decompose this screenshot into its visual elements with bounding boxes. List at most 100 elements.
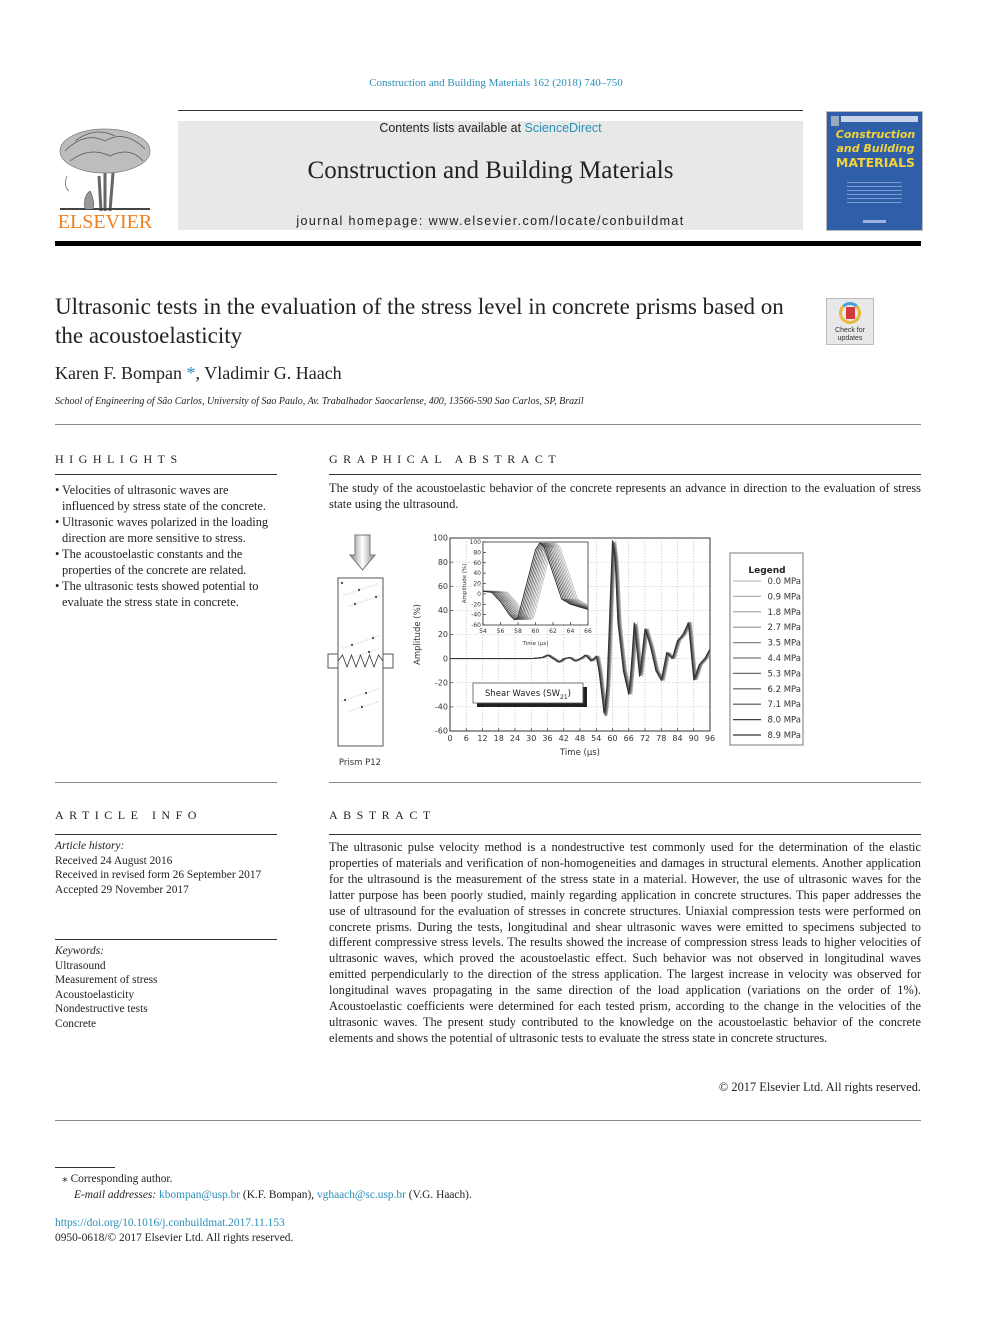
highlights-heading: HIGHLIGHTS <box>55 452 183 466</box>
y-tick-label: 20 <box>473 581 481 588</box>
keyword: Concrete <box>55 1017 97 1030</box>
journal-homepage[interactable]: journal homepage: www.elsevier.com/locat… <box>178 214 803 228</box>
aggregate-speck <box>378 595 380 597</box>
aggregate-speck <box>374 595 378 599</box>
footnote: ⁎ Corresponding author. E-mail addresses… <box>62 1171 472 1203</box>
cover-title-line2: and Building <box>836 142 915 155</box>
highlight-text: Ultrasonic waves polarized in the loadin… <box>62 515 269 545</box>
journal-reference[interactable]: Construction and Building Materials 162 … <box>0 77 992 89</box>
aggregate-speck <box>361 588 363 590</box>
sciencedirect-link[interactable]: ScienceDirect <box>525 121 602 135</box>
aggregate-speck <box>360 705 364 709</box>
bullet-icon: • <box>55 515 60 529</box>
aggregate-speck <box>368 691 370 693</box>
journal-cover-thumbnail[interactable]: Construction and Building MATERIALS <box>826 111 923 231</box>
prism-label: Prism P12 <box>339 758 381 768</box>
aggregate-speck <box>362 653 364 655</box>
graphical-abstract-rule <box>329 474 921 475</box>
aggregate-speck <box>374 689 376 691</box>
legend-entry: 8.0 MPa <box>767 716 801 726</box>
aggregate-speck <box>371 650 373 652</box>
x-axis-label: Time (µs) <box>559 748 600 758</box>
y-tick-label: 100 <box>470 539 482 546</box>
aggregate-speck <box>345 646 347 648</box>
highlight-text: The ultrasonic tests showed potential to… <box>62 579 259 609</box>
aggregate-speck <box>370 703 372 705</box>
y-tick-label: -20 <box>435 678 448 687</box>
cover-subtitle-lines <box>847 182 902 204</box>
x-tick-label: 72 <box>640 734 650 743</box>
aggregate-speck <box>343 698 347 702</box>
aggregate-speck <box>367 704 369 706</box>
keywords-label: Keywords: <box>55 945 104 957</box>
highlights-bottom-rule <box>55 782 277 783</box>
x-tick-label: 24 <box>510 734 520 743</box>
aggregate-speck <box>350 643 354 647</box>
keywords: Keywords: Ultrasound Measurement of stre… <box>55 944 280 1031</box>
legend-entry: 5.3 MPa <box>767 669 801 679</box>
affiliation: School of Engineering of São Carlos, Uni… <box>55 396 584 407</box>
bullet-icon: • <box>55 483 60 497</box>
issn-copyright: 0950-0618/© 2017 Elsevier Ltd. All right… <box>55 1232 294 1244</box>
author-separator: , <box>195 363 205 383</box>
aggregate-speck <box>363 640 365 642</box>
contents-line: Contents lists available at ScienceDirec… <box>178 121 803 135</box>
doi-link[interactable]: https://doi.org/10.1016/j.conbuildmat.20… <box>55 1216 293 1231</box>
aggregate-speck <box>355 590 357 592</box>
abstract-text: The ultrasonic pulse velocity method is … <box>329 840 921 1045</box>
aggregate-speck <box>357 588 361 592</box>
aggregate-speck <box>357 642 359 644</box>
legend-entry: 2.7 MPa <box>767 623 801 633</box>
history-accepted: Accepted 29 November 2017 <box>55 883 189 896</box>
aggregate-speck <box>367 650 371 654</box>
cover-title-line1: Construction <box>835 128 916 141</box>
email-link[interactable]: kbompan@usp.br <box>159 1189 240 1201</box>
corresponding-author-mark[interactable]: * <box>187 363 196 383</box>
keyword: Acoustoelasticity <box>55 988 135 1001</box>
aggregate-speck <box>369 638 371 640</box>
aggregate-speck <box>371 690 373 692</box>
bookmark-flag-icon <box>846 307 855 319</box>
aggregate-speck <box>354 643 356 645</box>
check-for-updates-button[interactable]: Check for updates <box>826 298 874 345</box>
y-tick-label: 60 <box>438 582 448 591</box>
aggregate-speck <box>350 697 352 699</box>
highlights-list: • Velocities of ultrasonic waves are infl… <box>55 482 280 610</box>
y-axis-label: Amplitude (%) <box>462 564 468 603</box>
aggregate-speck <box>360 601 362 603</box>
x-tick-label: 64 <box>567 628 575 635</box>
x-tick-label: 96 <box>705 734 715 743</box>
x-tick-label: 60 <box>607 734 617 743</box>
aggregate-speck <box>352 591 354 593</box>
article-info-heading: ARTICLE INFO <box>55 808 202 822</box>
shear-waves-annotation: Shear Waves (SW21) <box>472 682 587 707</box>
aggregate-speck <box>372 597 374 599</box>
aggregate-speck <box>366 639 368 641</box>
abstract-rule <box>329 834 921 835</box>
x-tick-label: 56 <box>497 628 505 635</box>
x-tick-label: 54 <box>591 734 601 743</box>
header-top-rule <box>178 110 803 111</box>
legend-entry: 0.0 MPa <box>767 577 801 587</box>
highlight-item: • Velocities of ultrasonic waves are infl… <box>55 482 280 514</box>
aggregate-speck <box>351 604 353 606</box>
x-tick-label: 36 <box>542 734 552 743</box>
graphical-abstract-figure[interactable]: Prism P12 0 6 12 18 24 30 36 42 48 54 60 66 72 78 84 90… <box>320 525 820 775</box>
author-name[interactable]: Vladimir G. Haach <box>204 363 341 383</box>
x-tick-label: 54 <box>479 628 487 635</box>
keyword: Nondestructive tests <box>55 1003 148 1015</box>
aggregate-speck <box>377 648 379 650</box>
aggregate-speck <box>347 698 349 700</box>
aggregate-speck <box>376 701 378 703</box>
highlight-text: Velocities of ultrasonic waves are influ… <box>62 483 267 513</box>
title-divider <box>55 424 921 425</box>
y-tick-label: -40 <box>435 703 448 712</box>
author-name[interactable]: Karen F. Bompan <box>55 363 182 383</box>
email-link[interactable]: vghaach@sc.usp.br <box>317 1189 406 1201</box>
graphical-abstract-text: The study of the acoustoelastic behavior… <box>329 481 921 511</box>
y-tick-label: 40 <box>438 606 448 615</box>
aggregate-speck <box>366 599 368 601</box>
check-for-updates-label: Check for updates <box>835 327 865 342</box>
cover-title-line3: MATERIALS <box>835 155 916 170</box>
highlight-text: The acoustoelastic constants and the pro… <box>62 547 247 577</box>
